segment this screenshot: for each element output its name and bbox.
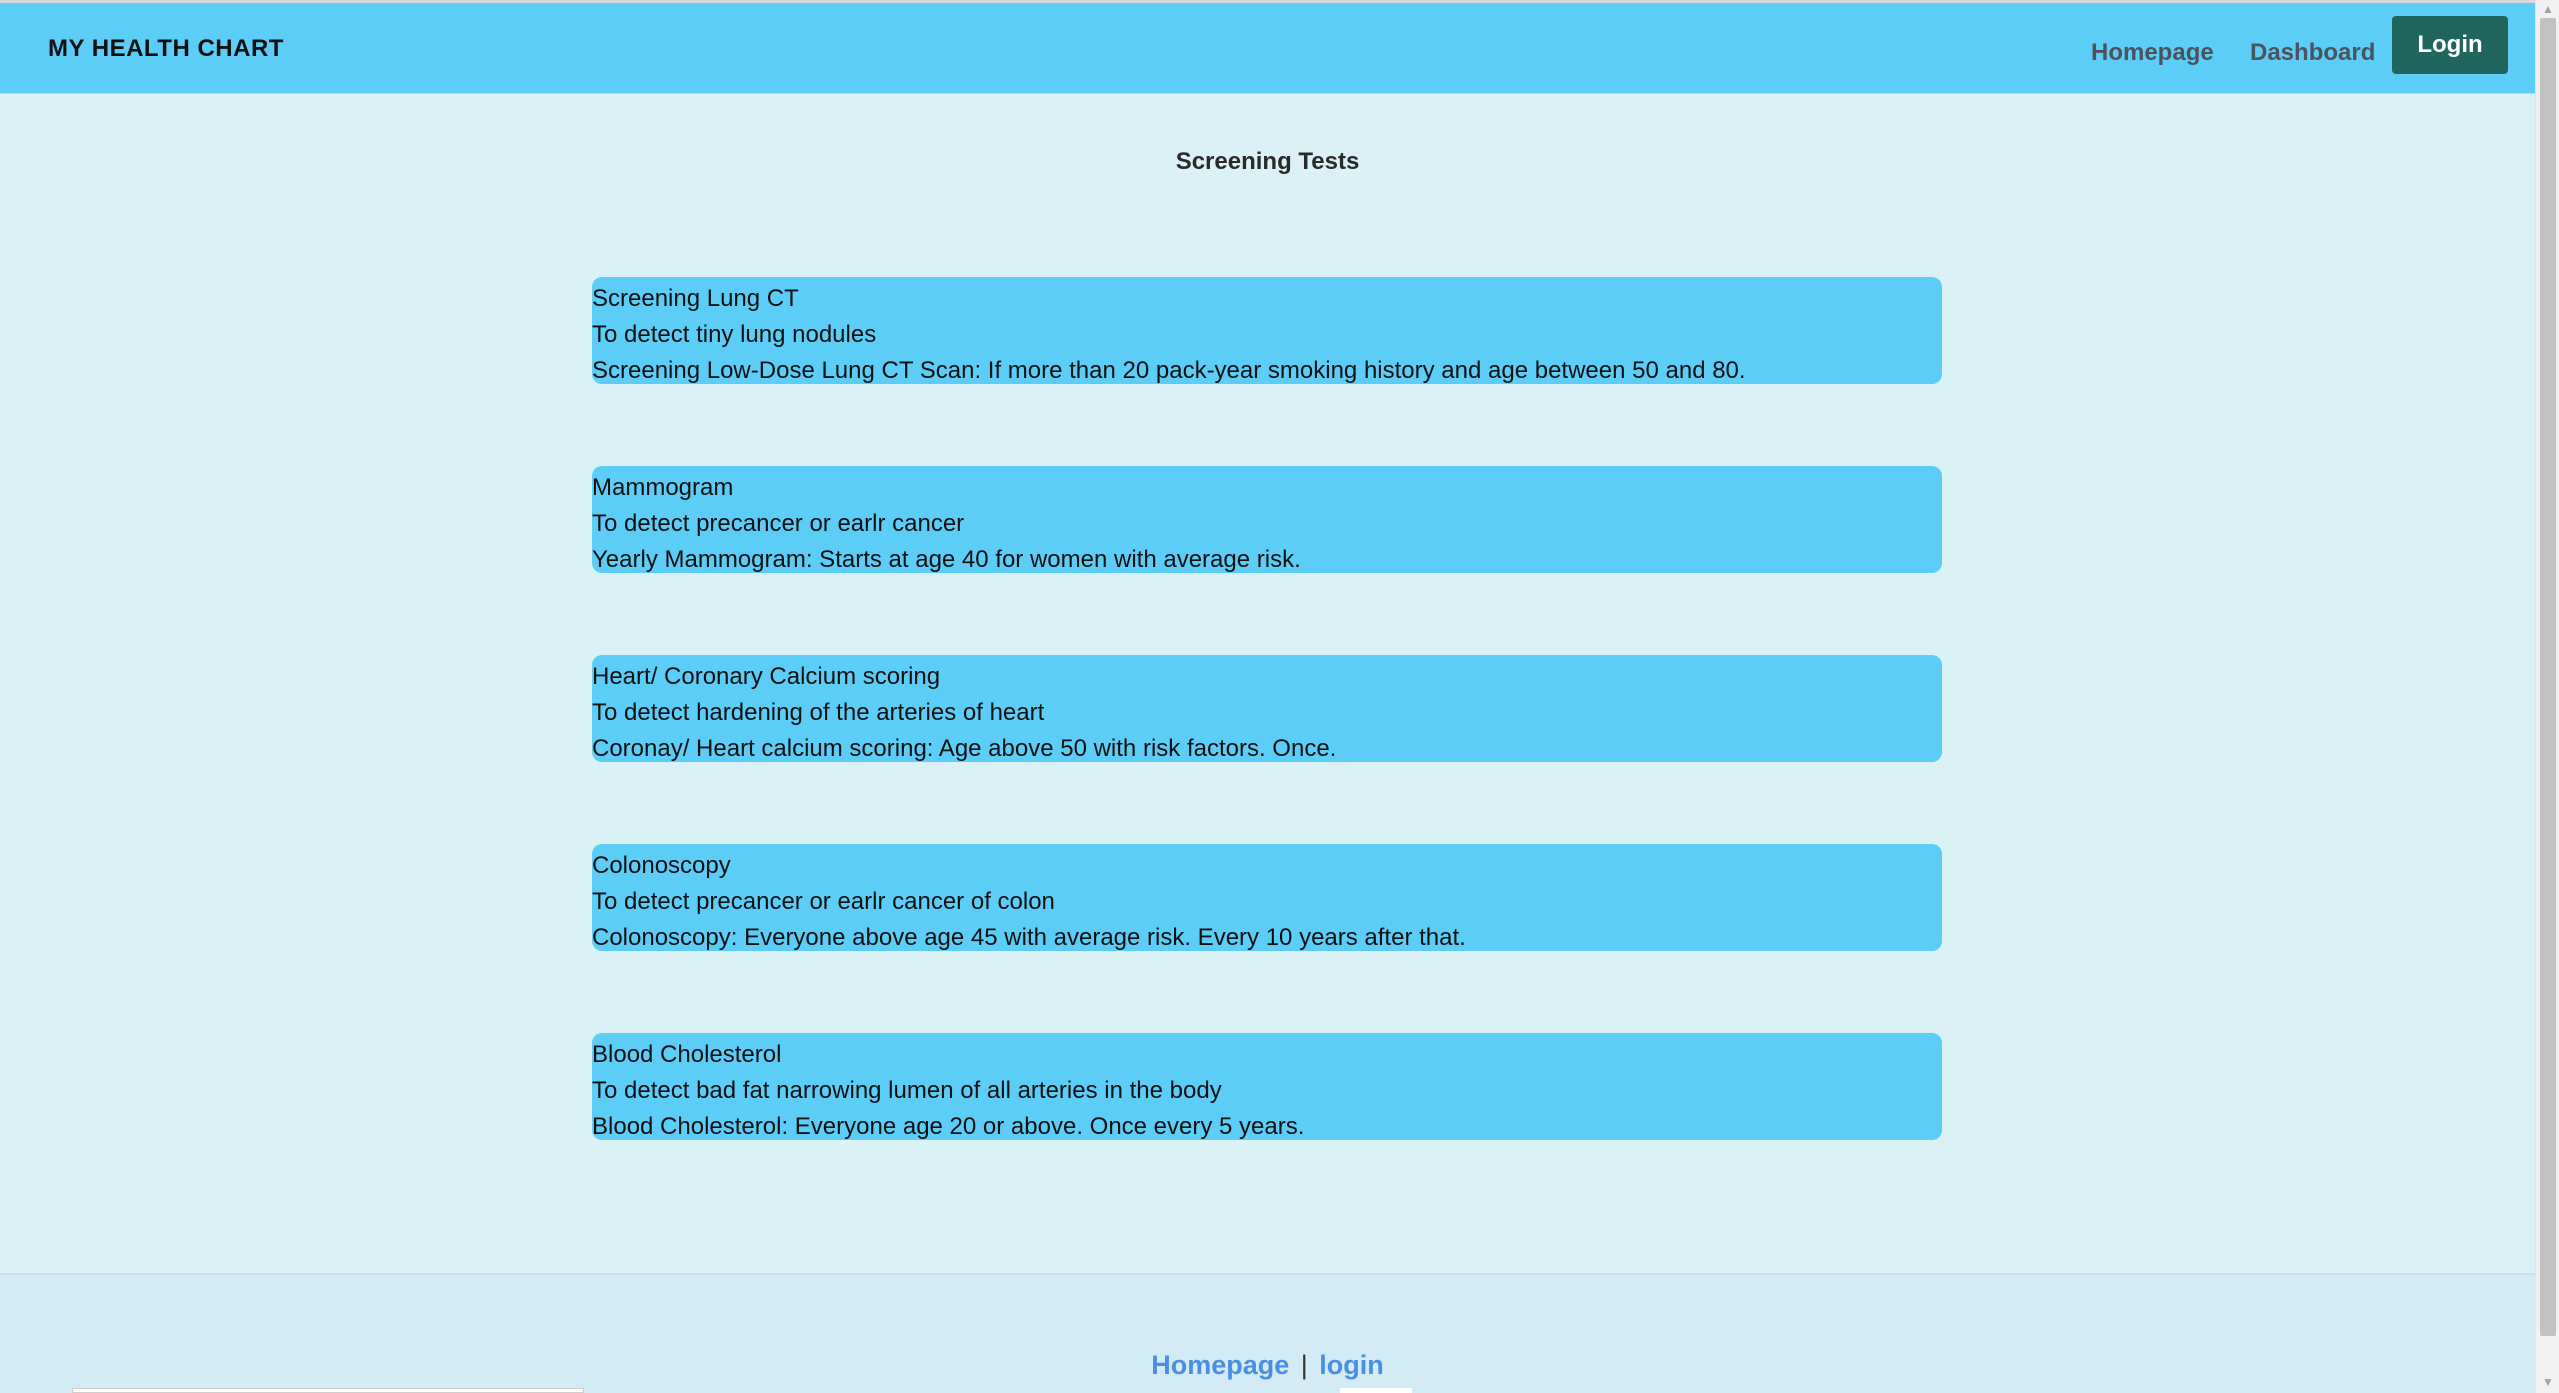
horizontal-scroll-indicator — [72, 1388, 584, 1393]
test-name: Blood Cholesterol — [592, 1041, 782, 1068]
footer-link-homepage[interactable]: Homepage — [1151, 1350, 1289, 1380]
page-title: Screening Tests — [1175, 148, 1360, 175]
test-purpose: To detect precancer or earlr cancer — [592, 510, 965, 537]
footer: Homepage | login — [0, 1273, 2535, 1393]
navbar: MY HEALTH CHART Homepage Dashboard Login — [0, 3, 2535, 94]
footer-links: Homepage | login — [0, 1350, 2535, 1381]
test-name: Mammogram — [592, 474, 734, 501]
test-detail: Colonoscopy: Everyone above age 45 with … — [592, 924, 1466, 951]
brand-title: MY HEALTH CHART — [48, 35, 284, 62]
footer-separator: | — [1300, 1350, 1308, 1380]
screening-test-card: Screening Lung CT To detect tiny lung no… — [592, 277, 1942, 384]
test-detail: Screening Low-Dose Lung CT Scan: If more… — [592, 357, 1746, 384]
test-detail: Yearly Mammogram: Starts at age 40 for w… — [592, 546, 1301, 573]
test-purpose: To detect tiny lung nodules — [592, 321, 877, 348]
test-name: Heart/ Coronary Calcium scoring — [592, 663, 941, 690]
test-name: Screening Lung CT — [592, 285, 799, 312]
test-purpose: To detect precancer or earlr cancer of c… — [592, 888, 1055, 915]
scroll-down-arrow-icon[interactable]: ▼ — [2536, 1373, 2559, 1391]
screening-test-list: Screening Lung CT To detect tiny lung no… — [592, 277, 1942, 1222]
test-detail: Blood Cholesterol: Everyone age 20 or ab… — [592, 1113, 1305, 1140]
nav-link-homepage[interactable]: Homepage — [2091, 39, 2214, 67]
login-button[interactable]: Login — [2392, 16, 2508, 74]
page: MY HEALTH CHART Homepage Dashboard Login… — [0, 0, 2535, 1393]
screening-test-card: Colonoscopy To detect precancer or earlr… — [592, 844, 1942, 951]
screening-test-card: Blood Cholesterol To detect bad fat narr… — [592, 1033, 1942, 1140]
horizontal-scroll-indicator-secondary — [1340, 1388, 1412, 1393]
footer-link-login[interactable]: login — [1319, 1350, 1383, 1380]
screening-test-card: Mammogram To detect precancer or earlr c… — [592, 466, 1942, 573]
vertical-scrollbar[interactable]: ▲ ▼ — [2535, 0, 2559, 1393]
scrollbar-thumb[interactable] — [2540, 18, 2556, 1336]
test-name: Colonoscopy — [592, 852, 731, 879]
test-detail: Coronay/ Heart calcium scoring: Age abov… — [592, 735, 1337, 762]
nav-link-dashboard[interactable]: Dashboard — [2250, 39, 2375, 67]
test-purpose: To detect hardening of the arteries of h… — [592, 699, 1045, 726]
scroll-up-arrow-icon[interactable]: ▲ — [2536, 0, 2559, 18]
test-purpose: To detect bad fat narrowing lumen of all… — [592, 1077, 1222, 1104]
screening-test-card: Heart/ Coronary Calcium scoring To detec… — [592, 655, 1942, 762]
